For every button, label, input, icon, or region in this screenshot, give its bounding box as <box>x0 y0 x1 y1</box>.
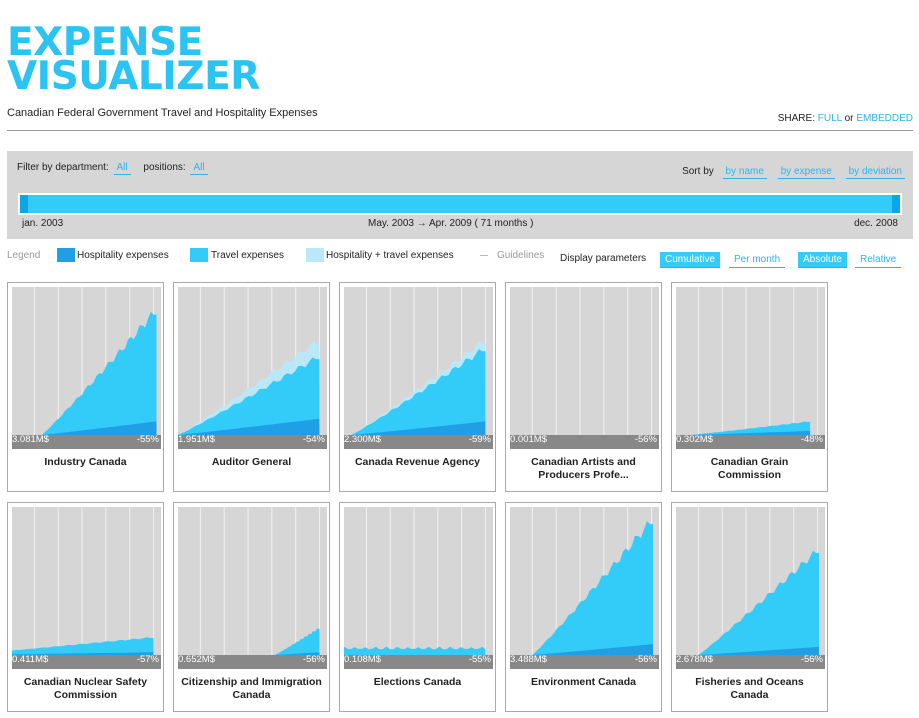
department-card[interactable]: 0.108M$ -55% Elections Canada <box>339 502 496 712</box>
department-total: 0.652M$ <box>178 654 215 665</box>
department-name: Environment Canada <box>530 676 637 688</box>
department-deviation: -48% <box>800 434 823 445</box>
department-total: 2.300M$ <box>344 434 381 445</box>
department-chart <box>510 507 659 669</box>
department-deviation: -56% <box>800 654 823 665</box>
legend-hospitality-swatch <box>57 248 75 262</box>
relative-toggle[interactable]: Relative <box>855 252 902 268</box>
department-filter-select[interactable]: All <box>113 162 131 175</box>
sort-by-expense-button[interactable]: by expense <box>777 166 835 179</box>
department-name: Citizenship and Immigration Canada <box>181 676 322 701</box>
app-title-line2: VISUALIZER <box>7 54 260 99</box>
department-deviation: -55% <box>468 654 491 665</box>
positions-filter-label: positions: <box>143 162 186 173</box>
timeline-range-fill[interactable] <box>20 195 900 213</box>
sort-label: Sort by <box>682 166 714 177</box>
share-embedded-link[interactable]: EMBEDDED <box>856 113 913 124</box>
department-card[interactable]: 2.300M$ -59% Canada Revenue Agency <box>339 282 496 492</box>
timeline-start-handle[interactable] <box>20 195 28 213</box>
display-parameters-label: Display parameters <box>560 253 647 264</box>
department-total: 0.001M$ <box>510 434 547 445</box>
timeline-start-label: jan. 2003 <box>22 218 64 229</box>
department-deviation: -59% <box>468 434 491 445</box>
department-card[interactable]: 1.951M$ -54% Auditor General <box>173 282 330 492</box>
department-card[interactable]: 3.488M$ -56% Environment Canada <box>505 502 662 712</box>
positions-filter-select[interactable]: All <box>190 162 208 175</box>
department-card[interactable]: 0.652M$ -56% Citizenship and Immigration C… <box>173 502 330 712</box>
sort-by-name-button[interactable]: by name <box>722 166 767 179</box>
department-total: 3.488M$ <box>510 654 547 665</box>
department-deviation: -55% <box>136 434 159 445</box>
department-chart <box>178 287 327 449</box>
department-name: Canadian Artists and Producers Profe... <box>531 456 636 481</box>
department-name: Auditor General <box>211 456 292 468</box>
department-total: 0.108M$ <box>344 654 381 665</box>
legend-combined-label: Hospitality + travel expenses <box>326 250 454 261</box>
department-name: Fisheries and Oceans Canada <box>695 676 804 701</box>
department-deviation: -57% <box>136 654 159 665</box>
department-deviation: -56% <box>302 654 325 665</box>
department-chart <box>510 287 659 449</box>
department-name: Canadian Nuclear Safety Commission <box>23 676 148 701</box>
department-chart <box>676 287 825 449</box>
timeline-slider[interactable] <box>18 193 902 215</box>
department-total: 3.081M$ <box>12 434 49 445</box>
department-card[interactable]: 2.678M$ -56% Fisheries and Oceans Canada <box>671 502 828 712</box>
timeline-end-label: dec. 2008 <box>854 218 898 229</box>
filter-row: Filter by department: All positions: All <box>17 162 214 175</box>
department-card[interactable]: 0.302M$ -48% Canadian Grain Commission <box>671 282 828 492</box>
share-full-link[interactable]: FULL <box>818 113 842 124</box>
department-name: Canadian Grain Commission <box>710 456 789 481</box>
filter-panel: Filter by department: All positions: All… <box>7 151 913 239</box>
per-month-toggle[interactable]: Per month <box>729 252 786 268</box>
department-chart <box>178 507 327 669</box>
legend-travel-swatch <box>190 248 208 262</box>
header-divider <box>7 130 913 131</box>
legend-travel-label: Travel expenses <box>211 250 284 261</box>
timeline-end-handle[interactable] <box>892 195 900 213</box>
department-name: Canada Revenue Agency <box>354 456 481 468</box>
share-or-text: or <box>844 113 854 124</box>
department-card[interactable]: 0.001M$ -56% Canadian Artists and Producer… <box>505 282 662 492</box>
department-total: 2.678M$ <box>676 654 713 665</box>
legend-combined-swatch <box>306 248 324 262</box>
department-name: Elections Canada <box>373 676 462 688</box>
department-card[interactable]: 3.081M$ -55% Industry Canada <box>7 282 164 492</box>
app-title: EXPENSE VISUALIZER <box>7 23 260 99</box>
department-chart <box>12 507 161 669</box>
department-deviation: -56% <box>634 654 657 665</box>
legend-hospitality-label: Hospitality expenses <box>77 250 169 261</box>
department-total: 0.302M$ <box>676 434 713 445</box>
department-chart <box>676 507 825 669</box>
department-card[interactable]: 0.411M$ -57% Canadian Nuclear Safety Commi… <box>7 502 164 712</box>
sort-row: Sort by by name by expense by deviation <box>682 166 905 179</box>
department-total: 0.411M$ <box>12 654 49 665</box>
legend-title: Legend <box>7 250 41 261</box>
department-chart <box>344 287 493 449</box>
department-deviation: -56% <box>634 434 657 445</box>
department-name: Industry Canada <box>44 456 127 468</box>
timeline-range-label: May. 2003 → Apr. 2009 ( 71 months ) <box>368 218 534 229</box>
legend-guidelines-label: Guidelines <box>497 250 545 261</box>
share-bar: SHARE: FULL or EMBEDDED <box>778 113 913 124</box>
department-deviation: -54% <box>302 434 325 445</box>
cumulative-toggle[interactable]: Cumulative <box>660 252 721 268</box>
department-total: 1.951M$ <box>178 434 215 445</box>
department-chart <box>12 287 161 449</box>
sort-by-deviation-button[interactable]: by deviation <box>845 166 905 179</box>
legend-guidelines-line <box>480 255 488 256</box>
app-subtitle: Canadian Federal Government Travel and H… <box>7 107 318 119</box>
department-filter-label: Filter by department: <box>17 162 109 173</box>
department-chart <box>344 507 493 669</box>
share-label: SHARE: <box>777 113 815 124</box>
absolute-toggle[interactable]: Absolute <box>798 252 847 268</box>
